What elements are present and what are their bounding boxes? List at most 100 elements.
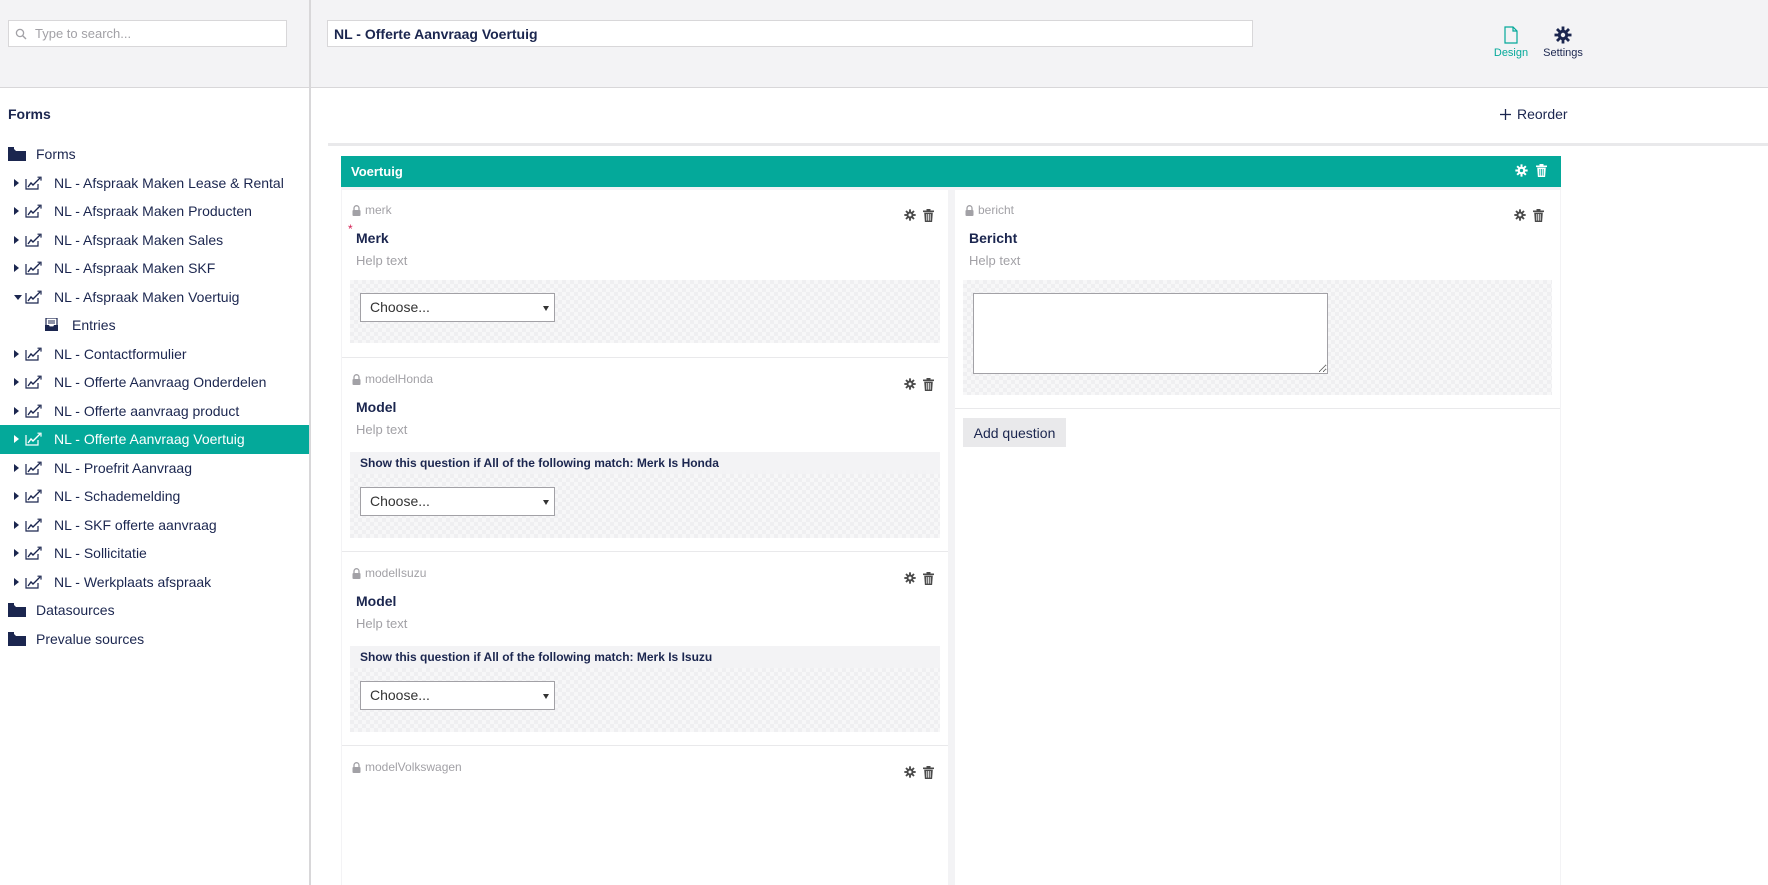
tree-item[interactable]: NL - Offerte aanvraag product [0, 397, 309, 426]
question-settings-icon[interactable] [904, 766, 916, 779]
question-delete-icon[interactable] [923, 378, 934, 391]
tree-item[interactable]: NL - Afspraak Maken Sales [0, 226, 309, 255]
caret-right-icon[interactable] [14, 406, 19, 415]
question-caption: Bericht [969, 230, 1018, 246]
design-tab-label: Design [1493, 47, 1529, 59]
question-actions [904, 378, 934, 391]
form-icon [25, 261, 43, 277]
tree-item-label: Prevalue sources [36, 630, 145, 647]
tree-item[interactable]: NL - Contactformulier [0, 340, 309, 369]
settings-tab[interactable]: Settings [1543, 26, 1583, 59]
folder-icon [8, 631, 26, 648]
form-icon [25, 575, 43, 591]
question-help-text: Help text [356, 616, 408, 631]
tree-item[interactable]: NL - Afspraak Maken SKF [0, 254, 309, 283]
question-alias: modelHonda [352, 372, 433, 386]
question-settings-icon[interactable] [1514, 209, 1526, 222]
tree-item[interactable]: NL - Afspraak Maken Producten [0, 197, 309, 226]
caret-right-icon[interactable] [14, 349, 19, 358]
tree-item-label: Forms [36, 146, 76, 163]
question-actions [904, 572, 934, 585]
question-help-text: Help text [356, 422, 408, 437]
caret-down-icon[interactable] [14, 294, 22, 300]
tree-item[interactable]: NL - Afspraak Maken Lease & Rental [0, 169, 309, 198]
caret-right-icon[interactable] [14, 435, 19, 443]
question-condition: Show this question if All of the followi… [350, 646, 940, 668]
question-delete-icon[interactable] [923, 766, 934, 779]
question-card[interactable]: modelVolkswagen [342, 747, 948, 885]
tree-item-label: NL - Afspraak Maken Voertuig [54, 288, 240, 305]
question-condition: Show this question if All of the followi… [350, 452, 940, 474]
fieldset-settings-icon[interactable] [1515, 164, 1528, 177]
question-settings-icon[interactable] [904, 378, 916, 391]
search-input[interactable] [35, 26, 275, 41]
tree-item[interactable]: NL - Werkplaats afspraak [0, 568, 309, 597]
tree-item[interactable]: Entries [0, 311, 309, 340]
panel-divider[interactable] [309, 0, 311, 885]
document-icon [1504, 26, 1518, 44]
tree-item[interactable]: NL - Schademelding [0, 482, 309, 511]
caret-right-icon[interactable] [14, 378, 19, 386]
tree-item[interactable]: Datasources [0, 596, 309, 625]
fieldset-delete-icon[interactable] [1536, 164, 1547, 177]
inbox-icon [45, 317, 63, 334]
tree-item[interactable]: NL - Sollicitatie [0, 539, 309, 568]
tree-item[interactable]: NL - SKF offerte aanvraag [0, 511, 309, 540]
question-alias-text: modelHonda [365, 372, 434, 386]
caret-right-icon[interactable] [14, 520, 19, 529]
search-box[interactable] [8, 20, 287, 47]
question-card[interactable]: bericht Bericht Help text [955, 190, 1560, 409]
tree-item-label: NL - Afspraak Maken Lease & Rental [54, 174, 284, 191]
question-settings-icon[interactable] [904, 209, 916, 222]
choose-dropdown[interactable]: Choose... [360, 293, 555, 322]
caret-right-icon[interactable] [14, 264, 19, 272]
caret-right-icon[interactable] [14, 549, 19, 557]
form-name-input[interactable] [327, 20, 1253, 47]
question-delete-icon[interactable] [923, 572, 934, 585]
form-icon [25, 233, 43, 249]
tree-item[interactable]: Forms [0, 140, 309, 169]
question-alias: modelIsuzu [352, 566, 426, 580]
tree-item[interactable]: NL - Offerte Aanvraag Voertuig [0, 425, 309, 454]
question-delete-icon[interactable] [1533, 209, 1544, 222]
question-caption: Model [356, 399, 397, 415]
question-card[interactable]: modelIsuzu Model Help text Show this questi… [342, 553, 948, 746]
message-textarea[interactable] [973, 293, 1328, 374]
reorder-button[interactable]: Reorder [1500, 106, 1568, 122]
lock-icon [352, 204, 361, 216]
tree-item-label: NL - Offerte Aanvraag Onderdelen [54, 374, 267, 391]
caret-right-icon[interactable] [14, 463, 19, 472]
lock-icon [965, 204, 974, 216]
caret-right-icon[interactable] [14, 178, 19, 187]
question-settings-icon[interactable] [904, 572, 916, 585]
question-card[interactable]: merk * Merk Help text Choose... [342, 190, 948, 358]
choose-dropdown-value: Choose... [370, 493, 430, 509]
caret-right-icon[interactable] [14, 235, 19, 244]
search-icon [15, 26, 31, 42]
question-preview [963, 280, 1552, 395]
caret-right-icon[interactable] [14, 492, 19, 500]
question-help-text: Help text [969, 253, 1021, 268]
design-tab[interactable]: Design [1491, 26, 1531, 59]
tree-item[interactable]: NL - Afspraak Maken Voertuig [0, 283, 309, 312]
caret-right-icon[interactable] [14, 207, 19, 215]
caret-right-icon[interactable] [14, 577, 19, 586]
choose-dropdown[interactable]: Choose... [360, 681, 555, 710]
tree-item[interactable]: NL - Offerte Aanvraag Onderdelen [0, 368, 309, 397]
form-icon [25, 204, 43, 220]
question-alias-text: merk [365, 203, 392, 217]
add-question-button[interactable]: Add question [963, 418, 1066, 447]
tree-heading: Forms [8, 106, 51, 122]
question-card[interactable]: modelHonda Model Help text Show this questi… [342, 359, 948, 552]
reorder-label: Reorder [1517, 106, 1568, 122]
tree-item[interactable]: NL - Proefrit Aanvraag [0, 454, 309, 483]
choose-dropdown[interactable]: Choose... [360, 487, 555, 516]
tree-item[interactable]: Prevalue sources [0, 625, 309, 654]
question-delete-icon[interactable] [923, 209, 934, 222]
question-caption: Merk [356, 230, 389, 246]
tree-item-label: NL - Sollicitatie [54, 545, 147, 562]
section-divider [328, 143, 1768, 146]
choose-dropdown-value: Choose... [370, 687, 430, 703]
form-icon [25, 518, 43, 534]
tree-item-label: NL - Afspraak Maken Sales [54, 231, 224, 248]
